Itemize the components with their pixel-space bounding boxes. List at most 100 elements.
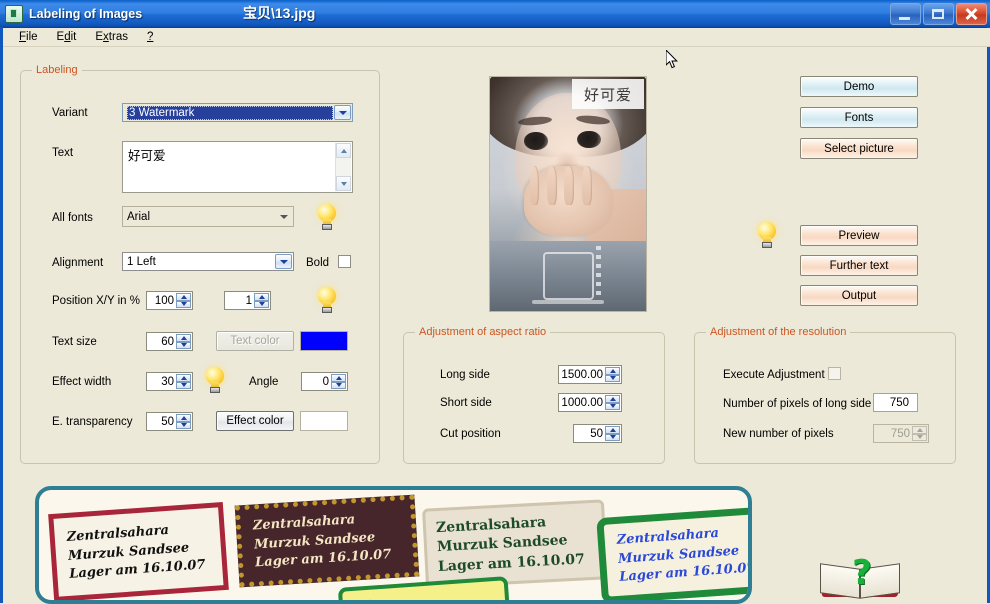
photo-eye-right xyxy=(577,131,600,149)
effect-color-button[interactable]: Effect color xyxy=(216,411,294,431)
angle-value: 0 xyxy=(323,376,329,388)
menu-extras[interactable]: Extras xyxy=(87,29,139,45)
cut-position-label: Cut position xyxy=(440,428,501,440)
lightbulb-icon[interactable] xyxy=(203,367,227,395)
cut-position-spinner[interactable]: 50 xyxy=(573,424,622,443)
window-controls xyxy=(890,3,987,25)
position-y-spinner[interactable]: 1 xyxy=(224,291,271,310)
all-fonts-combo[interactable]: Arial xyxy=(122,206,294,227)
app-picture-icon xyxy=(5,5,23,23)
labeling-legend: Labeling xyxy=(32,64,82,76)
lightbulb-icon[interactable] xyxy=(755,222,779,250)
angle-spinner[interactable]: 0 xyxy=(301,372,348,391)
menu-file[interactable]: File xyxy=(11,29,49,45)
document-title: 宝贝\13.jpg xyxy=(243,3,315,23)
preview-button[interactable]: Preview xyxy=(800,225,918,246)
long-side-pixels-field[interactable]: 750 xyxy=(873,393,918,412)
window-left-border xyxy=(0,27,3,603)
stamp-sample-5: We... xyxy=(338,576,510,604)
minimize-button[interactable] xyxy=(890,3,921,25)
position-y-value: 1 xyxy=(246,295,252,307)
execute-adjustment-label: Execute Adjustment xyxy=(723,369,825,381)
fonts-button[interactable]: Fonts xyxy=(800,107,918,128)
bold-label: Bold xyxy=(306,257,329,269)
cut-position-value: 50 xyxy=(590,428,603,440)
chevron-down-icon[interactable] xyxy=(275,208,292,225)
close-button[interactable] xyxy=(956,3,987,25)
alignment-combo[interactable]: 1 Left xyxy=(122,252,294,271)
variant-value: 3 Watermark xyxy=(127,106,333,120)
text-color-button: Text color xyxy=(216,331,294,351)
long-side-spinner[interactable]: 1500.00 xyxy=(558,365,622,384)
aspect-ratio-legend: Adjustment of aspect ratio xyxy=(415,326,550,338)
select-picture-button[interactable]: Select picture xyxy=(800,138,918,159)
app-title: Labeling of Images xyxy=(29,7,142,21)
angle-label: Angle xyxy=(249,376,278,388)
photo-eye-left xyxy=(524,132,547,150)
further-text-button-label: Further text xyxy=(830,260,889,272)
app-window: Labeling of Images 宝贝\13.jpg File Edit E… xyxy=(0,0,990,603)
menu-bar: File Edit Extras ? xyxy=(3,28,990,47)
long-side-pixels-value: 750 xyxy=(890,397,909,409)
transparency-spinner[interactable]: 50 xyxy=(146,412,193,431)
text-input[interactable]: 好可爱 xyxy=(122,141,353,193)
short-side-label: Short side xyxy=(440,397,492,409)
resolution-legend: Adjustment of the resolution xyxy=(706,326,850,338)
further-text-button[interactable]: Further text xyxy=(800,255,918,276)
scroll-up-icon[interactable] xyxy=(336,143,351,158)
maximize-button[interactable] xyxy=(923,3,954,25)
text-label: Text xyxy=(52,147,73,159)
demo-button-label: Demo xyxy=(844,81,875,93)
position-x-spinner[interactable]: 100 xyxy=(146,291,193,310)
text-size-label: Text size xyxy=(52,336,97,348)
preview-button-label: Preview xyxy=(839,230,880,242)
stamp-sample-3: Zentralsahara Murzuk Sandsee Lager am 16… xyxy=(422,499,608,588)
transparency-value: 50 xyxy=(161,416,174,428)
alignment-label: Alignment xyxy=(52,257,103,269)
menu-help[interactable]: ? xyxy=(139,29,164,45)
short-side-value: 1000.00 xyxy=(561,397,603,409)
text-color-swatch[interactable] xyxy=(300,331,348,351)
scroll-down-icon[interactable] xyxy=(336,176,351,191)
text-value: 好可爱 xyxy=(128,149,166,163)
effect-color-button-label: Effect color xyxy=(226,415,283,427)
photo-shirt-detail xyxy=(532,300,604,304)
alignment-value: 1 Left xyxy=(127,256,156,268)
output-button-label: Output xyxy=(842,290,877,302)
position-x-value: 100 xyxy=(155,295,174,307)
stamp-sample-4: Zentralsahara Murzuk Sandsee Lager am 16… xyxy=(596,506,752,604)
picture-preview[interactable]: 好可爱 xyxy=(489,76,647,312)
lightbulb-icon[interactable] xyxy=(315,287,339,315)
transparency-label: E. transparency xyxy=(52,416,133,428)
effect-color-swatch[interactable] xyxy=(300,411,348,431)
all-fonts-value: Arial xyxy=(127,211,150,223)
execute-adjustment-checkbox[interactable] xyxy=(828,367,841,380)
lightbulb-icon[interactable] xyxy=(315,204,339,232)
demo-button[interactable]: Demo xyxy=(800,76,918,97)
mouse-cursor xyxy=(666,50,678,69)
long-side-pixels-label: Number of pixels of long side xyxy=(723,398,871,410)
help-book-icon[interactable]: ? xyxy=(818,556,902,600)
preview-photo xyxy=(490,77,646,311)
sample-banner: Zentralsahara Murzuk Sandsee Lager am 16… xyxy=(35,486,752,604)
chevron-down-icon[interactable] xyxy=(275,254,292,269)
fonts-button-label: Fonts xyxy=(845,112,874,124)
output-button[interactable]: Output xyxy=(800,285,918,306)
position-label: Position X/Y in % xyxy=(52,295,140,307)
short-side-spinner[interactable]: 1000.00 xyxy=(558,393,622,412)
long-side-label: Long side xyxy=(440,369,490,381)
effect-width-value: 30 xyxy=(161,376,174,388)
bold-checkbox[interactable] xyxy=(338,255,351,268)
text-color-button-label: Text color xyxy=(230,335,279,347)
text-scrollbar[interactable] xyxy=(335,143,351,191)
select-picture-button-label: Select picture xyxy=(824,143,894,155)
text-size-spinner[interactable]: 60 xyxy=(146,332,193,351)
all-fonts-label: All fonts xyxy=(52,212,93,224)
variant-label: Variant xyxy=(52,107,88,119)
title-bar: Labeling of Images 宝贝\13.jpg xyxy=(0,0,990,28)
menu-edit[interactable]: Edit xyxy=(49,29,88,45)
effect-width-spinner[interactable]: 30 xyxy=(146,372,193,391)
variant-combo[interactable]: 3 Watermark xyxy=(122,103,353,122)
photo-hand xyxy=(524,166,611,236)
chevron-down-icon[interactable] xyxy=(334,105,351,120)
